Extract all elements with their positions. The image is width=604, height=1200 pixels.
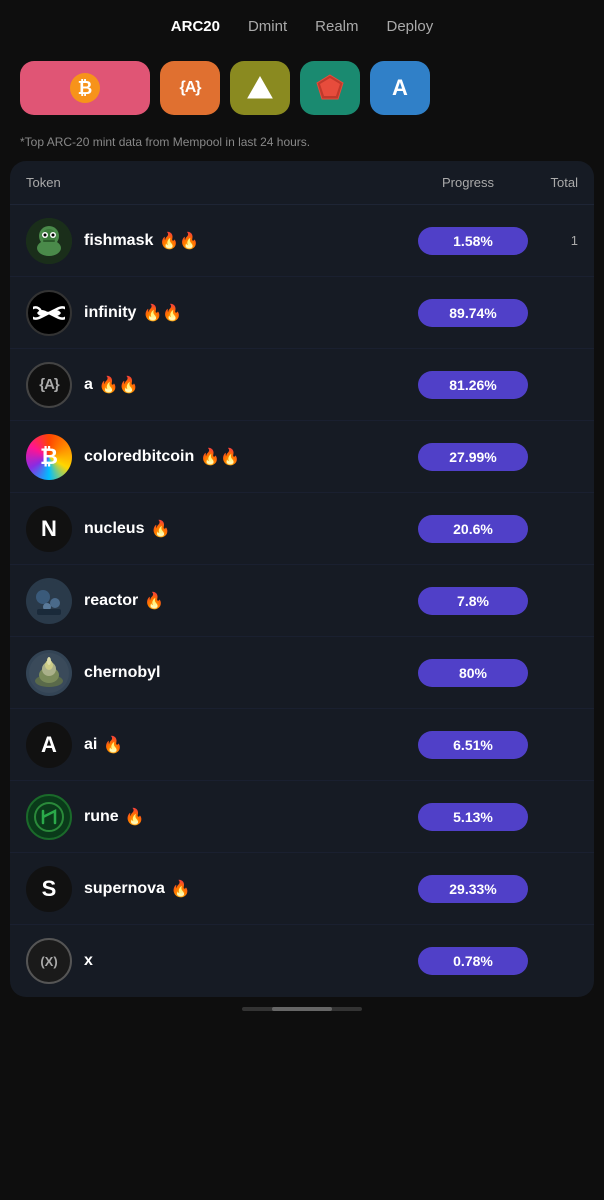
table-row: (X) x 0.78% (10, 925, 594, 997)
table-row: rune 🔥 5.13% (10, 781, 594, 853)
token-info-fishmask: fishmask 🔥🔥 (26, 218, 418, 264)
token-name-supernova: supernova 🔥 (84, 879, 191, 899)
bitcoin-icon: ₿ (69, 72, 101, 104)
gem-icon (315, 73, 345, 103)
progress-supernova: 29.33% (418, 875, 528, 903)
progress-ai: 6.51% (418, 731, 528, 759)
fishmask-icon (26, 218, 72, 264)
reactor-avatar-icon (29, 581, 69, 621)
token-name-x: x (84, 952, 93, 970)
top-nav: ARC20 Dmint Realm Deploy (0, 0, 604, 51)
progress-infinity: 89.74% (418, 299, 528, 327)
token-info-rune: rune 🔥 (26, 794, 418, 840)
table-row: {A} a 🔥🔥 81.26% (10, 349, 594, 421)
token-info-chernobyl: chernobyl (26, 650, 418, 696)
total-fishmask: 1 (528, 233, 578, 248)
avatar-supernova: S (26, 866, 72, 912)
token-name-chernobyl: chernobyl (84, 664, 160, 682)
avatar-infinity (26, 290, 72, 336)
token-info-x: (X) x (26, 938, 418, 984)
token-info-supernova: S supernova 🔥 (26, 866, 418, 912)
avatar-coloredbitcoin: ₿ (26, 434, 72, 480)
subtitle-text: *Top ARC-20 mint data from Mempool in la… (0, 131, 604, 161)
token-info-coloredbitcoin: ₿ coloredbitcoin 🔥🔥 (26, 434, 418, 480)
table-row: reactor 🔥 7.8% (10, 565, 594, 637)
progress-a: 81.26% (418, 371, 528, 399)
token-name-infinity: infinity 🔥🔥 (84, 303, 182, 323)
token-name-fishmask: fishmask 🔥🔥 (84, 231, 199, 251)
a-icon-btn[interactable]: A (370, 61, 430, 115)
token-info-a: {A} a 🔥🔥 (26, 362, 418, 408)
token-name-coloredbitcoin: coloredbitcoin 🔥🔥 (84, 447, 240, 467)
header-token: Token (26, 175, 408, 190)
nav-dmint[interactable]: Dmint (248, 18, 287, 35)
gem-icon-btn[interactable] (300, 61, 360, 115)
progress-nucleus: 20.6% (418, 515, 528, 543)
atomicals-icon-btn[interactable]: {A} (160, 61, 220, 115)
table-row: N nucleus 🔥 20.6% (10, 493, 594, 565)
table-row: S supernova 🔥 29.33% (10, 853, 594, 925)
nav-deploy[interactable]: Deploy (387, 18, 434, 35)
token-info-reactor: reactor 🔥 (26, 578, 418, 624)
token-name-nucleus: nucleus 🔥 (84, 519, 170, 539)
token-name-a: a 🔥🔥 (84, 375, 139, 395)
bitcoin-icon-btn[interactable]: ₿ (20, 61, 150, 115)
chernobyl-avatar-icon (29, 653, 69, 693)
avatar-fishmask (26, 218, 72, 264)
triangle-icon (246, 74, 274, 102)
progress-x: 0.78% (418, 947, 528, 975)
icon-row: ₿ {A} A (0, 51, 604, 131)
token-table: Token Progress Total fishmask (10, 161, 594, 997)
table-row: chernobyl 80% (10, 637, 594, 709)
avatar-rune (26, 794, 72, 840)
progress-rune: 5.13% (418, 803, 528, 831)
token-info-infinity: infinity 🔥🔥 (26, 290, 418, 336)
table-row: A ai 🔥 6.51% (10, 709, 594, 781)
a-letter-icon: A (392, 75, 408, 101)
triangle-icon-btn[interactable] (230, 61, 290, 115)
progress-coloredbitcoin: 27.99% (418, 443, 528, 471)
token-name-rune: rune 🔥 (84, 807, 145, 827)
token-name-ai: ai 🔥 (84, 735, 123, 755)
table-row: fishmask 🔥🔥 1.58% 1 (10, 205, 594, 277)
avatar-ai: A (26, 722, 72, 768)
scrollbar-thumb[interactable] (272, 1007, 332, 1011)
table-row: ₿ coloredbitcoin 🔥🔥 27.99% (10, 421, 594, 493)
nav-realm[interactable]: Realm (315, 18, 358, 35)
nav-arc20[interactable]: ARC20 (171, 18, 220, 35)
token-name-reactor: reactor 🔥 (84, 591, 164, 611)
avatar-chernobyl (26, 650, 72, 696)
progress-reactor: 7.8% (418, 587, 528, 615)
header-total: Total (528, 175, 578, 190)
token-info-nucleus: N nucleus 🔥 (26, 506, 418, 552)
scrollbar-container (0, 997, 604, 1021)
table-header: Token Progress Total (10, 161, 594, 205)
infinity-icon (33, 303, 65, 323)
progress-fishmask: 1.58% (418, 227, 528, 255)
scrollbar-track (242, 1007, 362, 1011)
table-row: infinity 🔥🔥 89.74% (10, 277, 594, 349)
avatar-a: {A} (26, 362, 72, 408)
rune-avatar-icon (29, 797, 69, 837)
avatar-x: (X) (26, 938, 72, 984)
progress-chernobyl: 80% (418, 659, 528, 687)
avatar-reactor (26, 578, 72, 624)
svg-text:₿: ₿ (78, 78, 93, 98)
avatar-nucleus: N (26, 506, 72, 552)
token-info-ai: A ai 🔥 (26, 722, 418, 768)
header-progress: Progress (408, 175, 528, 190)
bracket-a-icon: {A} (179, 79, 200, 97)
